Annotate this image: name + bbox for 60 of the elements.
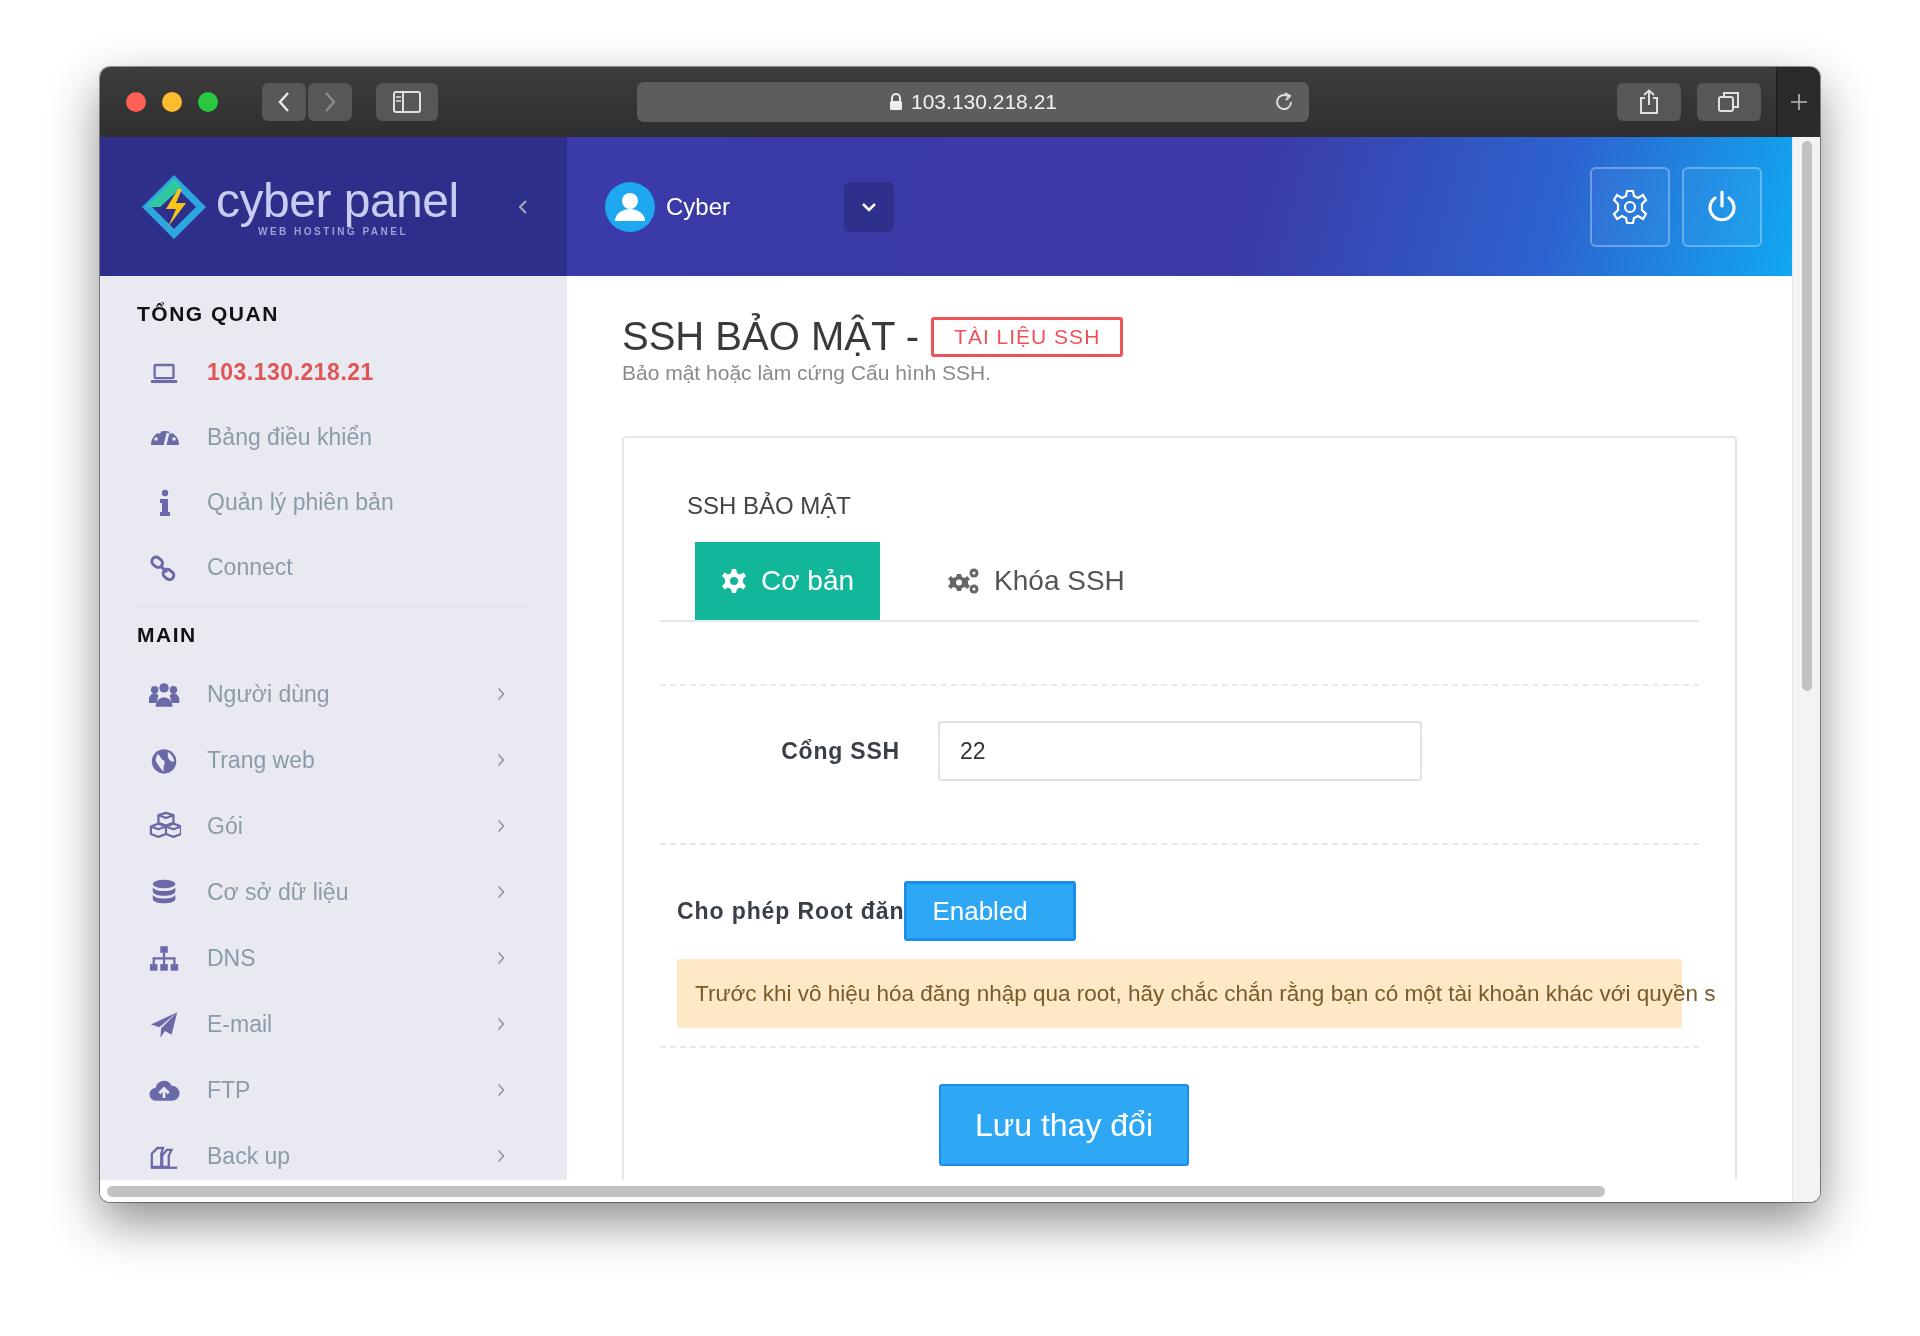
tabs-icon — [1717, 90, 1742, 114]
logo-tagline: WEB HOSTING PANEL — [258, 226, 409, 237]
url-text: 103.130.218.21 — [911, 90, 1057, 114]
sidebar-item[interactable]: Trang web — [137, 727, 527, 793]
tab[interactable]: Khóa SSH — [922, 542, 1151, 620]
new-tab-button[interactable] — [1776, 67, 1820, 137]
sidebar-item[interactable]: 103.130.218.21 — [137, 340, 527, 405]
scrollbar-thumb[interactable] — [107, 1185, 1605, 1197]
section-title: TỔNG QUAN — [137, 301, 280, 327]
logo-text: cyber panel — [216, 176, 459, 226]
share-icon — [1637, 89, 1660, 115]
power-button[interactable] — [1682, 166, 1762, 247]
chevron-right-icon — [323, 91, 337, 113]
tab[interactable]: Cơ bản — [695, 542, 881, 620]
warning-text: Trước khi vô hiệu hóa đăng nhập qua root, hãy chắc chắn rằng bạn có một tài khoản khác với quyền s — [695, 980, 1716, 1007]
sidebar-toggle-button[interactable] — [376, 83, 439, 121]
scrollbar-thumb[interactable] — [1801, 141, 1812, 691]
sidebar-item[interactable]: Gói — [137, 793, 527, 859]
zoom-button[interactable] — [198, 92, 218, 112]
sidebar-item[interactable]: FTP — [137, 1057, 527, 1123]
settings-button[interactable] — [1590, 166, 1670, 247]
tabs-button[interactable] — [1696, 83, 1762, 121]
gear-icon — [721, 568, 747, 594]
card-heading: SSH BẢO MẬT — [687, 492, 853, 520]
sidebar-item[interactable]: Người dùng — [137, 661, 527, 727]
minimize-button[interactable] — [162, 92, 182, 112]
field-label: Cổng SSH — [780, 737, 900, 765]
gauge-icon — [150, 429, 180, 446]
chevron-down-icon — [860, 200, 879, 213]
docs-link[interactable]: TÀI LIỆU SSH — [931, 316, 1124, 357]
gears-icon — [948, 567, 981, 595]
sidebar-item[interactable]: E-mail — [137, 991, 527, 1057]
root-login-toggle[interactable]: Enabled — [904, 881, 1077, 941]
sitemap-icon — [149, 943, 181, 973]
chevron-left-icon — [277, 91, 291, 113]
port-input[interactable]: 22 — [938, 721, 1422, 781]
lock-icon — [889, 93, 903, 111]
sidebar-item[interactable]: Bảng điều khiển — [137, 405, 527, 470]
sidebar-item[interactable]: Connect — [137, 535, 527, 600]
user-menu-button[interactable] — [844, 181, 895, 232]
collapse-icon[interactable] — [516, 197, 529, 216]
save-button[interactable]: Lưu thay đổi — [939, 1084, 1189, 1166]
page-title: SSH BẢO MẬT - — [622, 314, 920, 359]
field-label: Cho phép Root đăn — [677, 897, 905, 925]
sidebar-item[interactable]: Cơ sở dữ liệu — [137, 859, 527, 925]
sidebar-item[interactable]: Back up — [137, 1123, 527, 1180]
close-button[interactable] — [126, 92, 146, 112]
sidebar-item[interactable]: DNS — [137, 925, 527, 991]
plus-icon — [1788, 92, 1809, 112]
user-name[interactable]: Cyber — [666, 192, 731, 221]
page-subtitle: Bảo mật hoặc làm cứng Cấu hình SSH. — [622, 361, 992, 385]
sidebar-icon — [393, 91, 422, 113]
section-title: MAIN — [137, 622, 198, 648]
address-bar[interactable]: 103.130.218.21 — [637, 82, 1309, 122]
cubes-icon — [149, 811, 181, 841]
sidebar-item[interactable]: Quản lý phiên bản — [137, 470, 527, 535]
share-button[interactable] — [1616, 83, 1681, 121]
avatar-icon[interactable] — [605, 181, 655, 232]
back-button[interactable] — [262, 83, 306, 121]
info-icon — [159, 488, 171, 517]
